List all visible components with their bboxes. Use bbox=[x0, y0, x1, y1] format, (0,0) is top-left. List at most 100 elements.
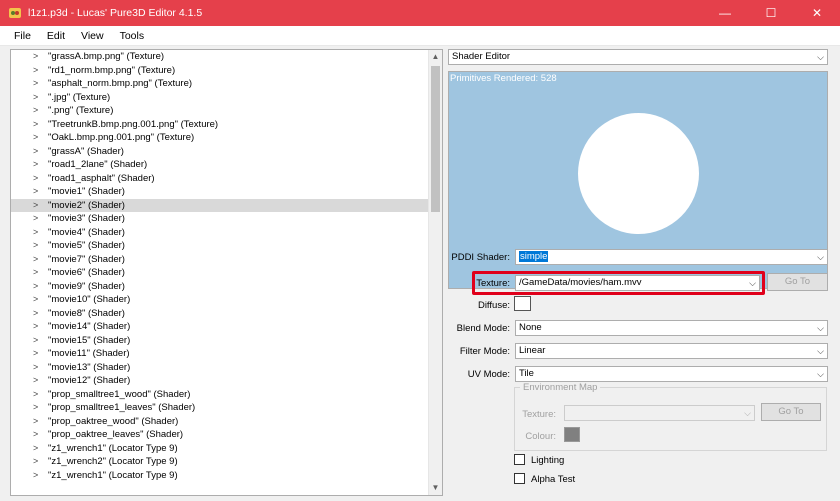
tree-row[interactable]: > "movie6" (Shader) bbox=[11, 266, 429, 280]
tree-row[interactable]: > "rd1_norm.bmp.png" (Texture) bbox=[11, 64, 429, 78]
tree-row[interactable]: > "movie14" (Shader) bbox=[11, 320, 429, 334]
texture-goto-button[interactable]: Go To bbox=[767, 273, 828, 291]
tree-row[interactable]: > "OakL.bmp.png.001.png" (Texture) bbox=[11, 131, 429, 145]
expand-chevron-icon[interactable]: > bbox=[33, 77, 38, 91]
tree-row[interactable]: > "prop_smalltree1_wood" (Shader) bbox=[11, 388, 429, 402]
tree-row[interactable]: > "prop_oaktree_leaves" (Shader) bbox=[11, 428, 429, 442]
env-texture-select[interactable]: ⌵ bbox=[564, 405, 755, 421]
tree-row[interactable]: > "movie3" (Shader) bbox=[11, 212, 429, 226]
menu-view[interactable]: View bbox=[73, 26, 112, 46]
tree-row[interactable]: > "z1_wrench2" (Locator Type 9) bbox=[11, 455, 429, 469]
env-texture-label: Texture: bbox=[522, 409, 556, 420]
texture-value: /GameData/movies/ham.mvv bbox=[519, 277, 642, 288]
expand-chevron-icon[interactable]: > bbox=[33, 91, 38, 105]
tree-row[interactable]: > "movie7" (Shader) bbox=[11, 253, 429, 267]
tree-row[interactable]: > ".jpg" (Texture) bbox=[11, 91, 429, 105]
expand-chevron-icon[interactable]: > bbox=[33, 442, 38, 456]
tree-row[interactable]: > "asphalt_norm.bmp.png" (Texture) bbox=[11, 77, 429, 91]
chunk-tree[interactable]: > "grassA.bmp.png" (Texture) > "rd1_norm.bm… bbox=[10, 49, 443, 496]
close-button[interactable]: ✕ bbox=[794, 0, 840, 26]
blend-mode-label: Blend Mode: bbox=[456, 323, 510, 334]
tree-row[interactable]: > "z1_wrench1" (Locator Type 9) bbox=[11, 442, 429, 456]
lighting-checkbox[interactable] bbox=[514, 454, 525, 465]
env-goto-button[interactable]: Go To bbox=[761, 403, 821, 421]
tree-row[interactable]: > "prop_oaktree_wood" (Shader) bbox=[11, 415, 429, 429]
expand-chevron-icon[interactable]: > bbox=[33, 199, 38, 213]
expand-chevron-icon[interactable]: > bbox=[33, 185, 38, 199]
maximize-button[interactable]: ☐ bbox=[748, 0, 794, 26]
tree-row-label: "prop_smalltree1_leaves" (Shader) bbox=[48, 402, 196, 413]
tree-row[interactable]: > "movie10" (Shader) bbox=[11, 293, 429, 307]
expand-chevron-icon[interactable]: > bbox=[33, 415, 38, 429]
expand-chevron-icon[interactable]: > bbox=[33, 266, 38, 280]
tree-row[interactable]: > "movie15" (Shader) bbox=[11, 334, 429, 348]
expand-chevron-icon[interactable]: > bbox=[33, 50, 38, 64]
expand-chevron-icon[interactable]: > bbox=[33, 104, 38, 118]
tree-row[interactable]: > ".png" (Texture) bbox=[11, 104, 429, 118]
tree-row[interactable]: > "prop_smalltree1_leaves" (Shader) bbox=[11, 401, 429, 415]
menu-file[interactable]: File bbox=[6, 26, 39, 46]
expand-chevron-icon[interactable]: > bbox=[33, 145, 38, 159]
expand-chevron-icon[interactable]: > bbox=[33, 428, 38, 442]
tree-row[interactable]: > "grassA" (Shader) bbox=[11, 145, 429, 159]
expand-chevron-icon[interactable]: > bbox=[33, 280, 38, 294]
expand-chevron-icon[interactable]: > bbox=[33, 401, 38, 415]
expand-chevron-icon[interactable]: > bbox=[33, 374, 38, 388]
minimize-button[interactable]: — bbox=[702, 0, 748, 26]
expand-chevron-icon[interactable]: > bbox=[33, 307, 38, 321]
expand-chevron-icon[interactable]: > bbox=[33, 320, 38, 334]
filter-mode-label: Filter Mode: bbox=[459, 346, 510, 357]
uv-mode-select[interactable]: Tile ⌵ bbox=[515, 366, 828, 382]
tree-row-label: "movie14" (Shader) bbox=[48, 321, 131, 332]
pddi-shader-select[interactable]: simple ⌵ bbox=[515, 249, 828, 265]
expand-chevron-icon[interactable]: > bbox=[33, 239, 38, 253]
diffuse-colour-swatch[interactable] bbox=[514, 296, 531, 311]
tree-row[interactable]: > "movie2" (Shader) bbox=[11, 198, 429, 213]
tree-row[interactable]: > "movie9" (Shader) bbox=[11, 280, 429, 294]
expand-chevron-icon[interactable]: > bbox=[33, 118, 38, 132]
editor-selector[interactable]: Shader Editor ⌵ bbox=[448, 49, 828, 65]
filter-mode-select[interactable]: Linear ⌵ bbox=[515, 343, 828, 359]
uv-mode-label: UV Mode: bbox=[467, 369, 510, 380]
scroll-down-icon[interactable]: ▼ bbox=[429, 481, 442, 495]
tree-row[interactable]: > "movie4" (Shader) bbox=[11, 226, 429, 240]
tree-row-label: "prop_oaktree_wood" (Shader) bbox=[48, 415, 179, 427]
tree-row[interactable]: > "movie11" (Shader) bbox=[11, 347, 429, 361]
menu-tools[interactable]: Tools bbox=[112, 26, 153, 46]
tree-scrollbar[interactable]: ▲ ▼ bbox=[428, 50, 442, 495]
expand-chevron-icon[interactable]: > bbox=[33, 388, 38, 402]
tree-row[interactable]: > "movie12" (Shader) bbox=[11, 374, 429, 388]
expand-chevron-icon[interactable]: > bbox=[33, 212, 38, 226]
expand-chevron-icon[interactable]: > bbox=[33, 361, 38, 375]
tree-row-label: "movie6" (Shader) bbox=[48, 267, 125, 278]
expand-chevron-icon[interactable]: > bbox=[33, 64, 38, 78]
expand-chevron-icon[interactable]: > bbox=[33, 347, 38, 361]
scroll-thumb[interactable] bbox=[431, 66, 440, 212]
expand-chevron-icon[interactable]: > bbox=[33, 253, 38, 267]
tree-row[interactable]: > "z1_wrench1" (Locator Type 9) bbox=[11, 469, 429, 483]
tree-row-label: "movie7" (Shader) bbox=[48, 253, 125, 265]
texture-select[interactable]: /GameData/movies/ham.mvv ⌵ bbox=[515, 275, 760, 291]
alpha-test-checkbox[interactable] bbox=[514, 473, 525, 484]
tree-row[interactable]: > "movie5" (Shader) bbox=[11, 239, 429, 253]
expand-chevron-icon[interactable]: > bbox=[33, 131, 38, 145]
expand-chevron-icon[interactable]: > bbox=[33, 172, 38, 186]
tree-row-label: "z1_wrench2" (Locator Type 9) bbox=[48, 456, 178, 467]
tree-row[interactable]: > "movie8" (Shader) bbox=[11, 307, 429, 321]
tree-row[interactable]: > "movie1" (Shader) bbox=[11, 185, 429, 199]
expand-chevron-icon[interactable]: > bbox=[33, 455, 38, 469]
tree-row[interactable]: > "road1_2lane" (Shader) bbox=[11, 158, 429, 172]
tree-row[interactable]: > "TreetrunkB.bmp.png.001.png" (Texture) bbox=[11, 118, 429, 132]
expand-chevron-icon[interactable]: > bbox=[33, 226, 38, 240]
env-colour-swatch[interactable] bbox=[564, 427, 580, 442]
tree-row[interactable]: > "road1_asphalt" (Shader) bbox=[11, 172, 429, 186]
blend-mode-select[interactable]: None ⌵ bbox=[515, 320, 828, 336]
tree-row[interactable]: > "grassA.bmp.png" (Texture) bbox=[11, 50, 429, 64]
menu-edit[interactable]: Edit bbox=[39, 26, 73, 46]
expand-chevron-icon[interactable]: > bbox=[33, 158, 38, 172]
tree-row[interactable]: > "movie13" (Shader) bbox=[11, 361, 429, 375]
expand-chevron-icon[interactable]: > bbox=[33, 469, 38, 483]
expand-chevron-icon[interactable]: > bbox=[33, 334, 38, 348]
scroll-up-icon[interactable]: ▲ bbox=[429, 50, 442, 64]
expand-chevron-icon[interactable]: > bbox=[33, 293, 38, 307]
